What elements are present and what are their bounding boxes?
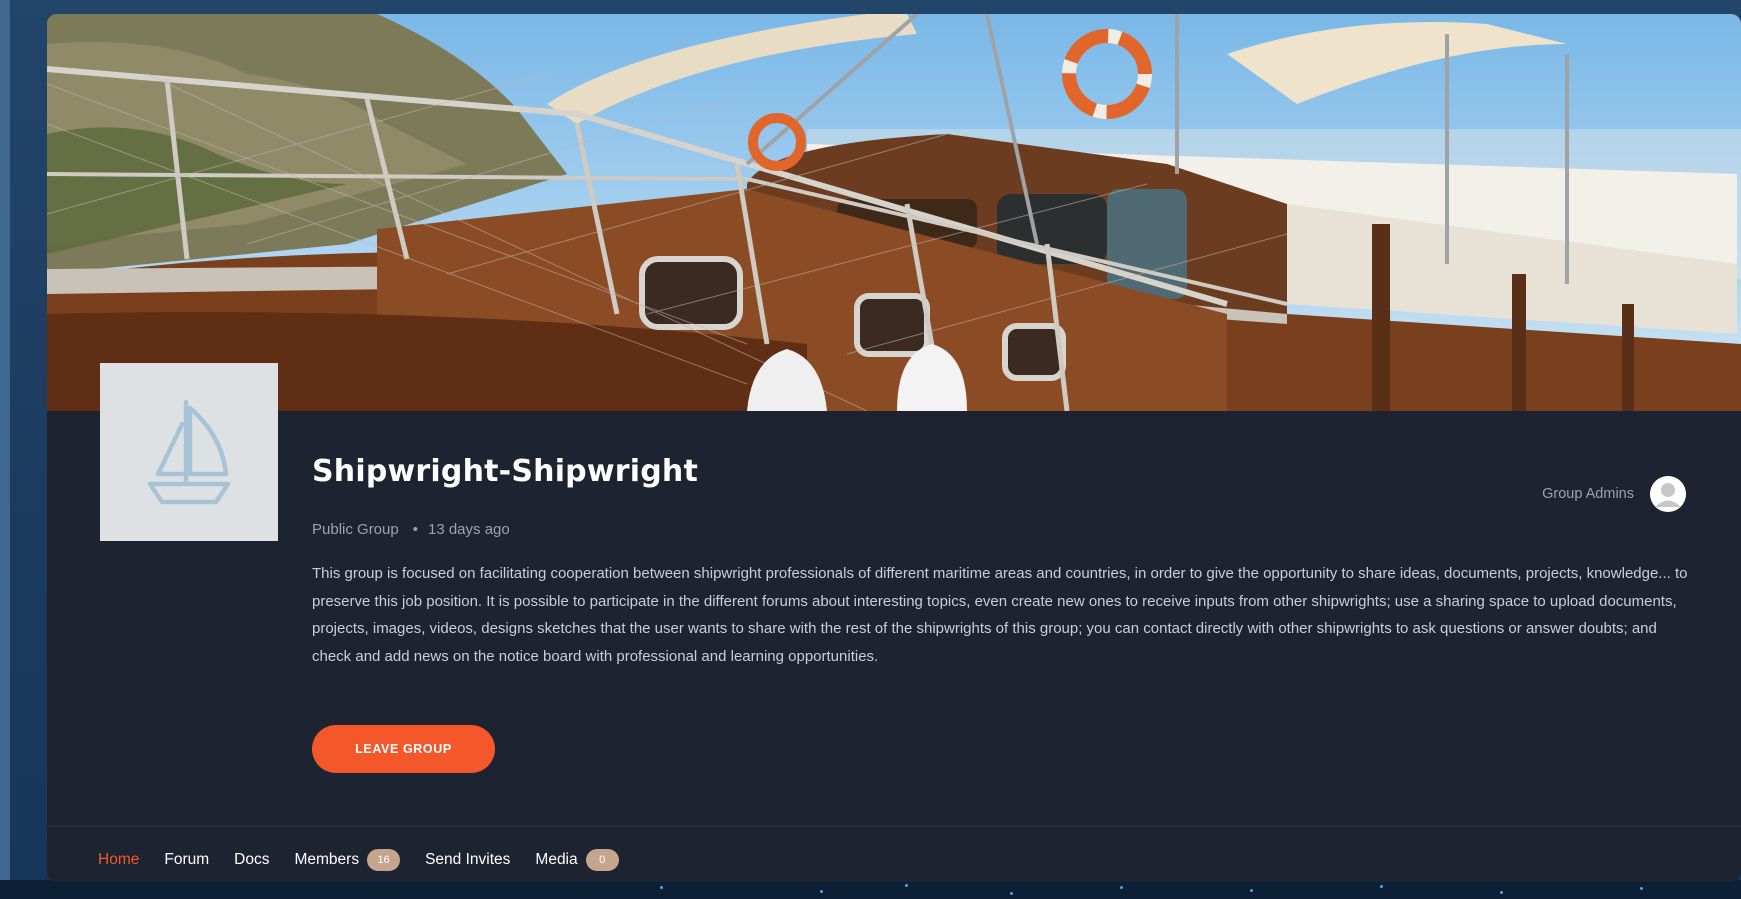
group-description: This group is focused on facilitating co… — [312, 565, 1688, 665]
tab-docs[interactable]: Docs — [234, 851, 269, 869]
group-meta: Public Group • 13 days ago — [312, 521, 510, 538]
tab-members[interactable]: Members 16 — [294, 849, 401, 871]
page-edge — [0, 0, 10, 899]
tab-media[interactable]: Media 0 — [535, 849, 619, 871]
tab-forum[interactable]: Forum — [164, 851, 209, 869]
media-count-badge: 0 — [585, 849, 619, 871]
tab-media-label: Media — [535, 851, 578, 868]
background-network — [0, 880, 1741, 899]
tab-home[interactable]: Home — [98, 851, 139, 869]
cover-photo — [47, 14, 1741, 411]
nav-divider — [47, 826, 1741, 827]
group-admins: Group Admins — [1542, 476, 1686, 512]
tab-docs-label: Docs — [234, 851, 270, 868]
boat-cover-illustration — [47, 14, 1741, 411]
group-header-card: Shipwright-Shipwright Public Group • 13 … — [47, 14, 1741, 882]
group-age: 13 days ago — [427, 521, 510, 538]
group-admins-label: Group Admins — [1542, 486, 1634, 502]
user-avatar-icon[interactable] — [1650, 476, 1686, 512]
members-count-badge: 16 — [367, 849, 401, 871]
tab-send-invites[interactable]: Send Invites — [425, 851, 510, 869]
tab-members-label: Members — [294, 851, 360, 868]
group-title: Shipwright-Shipwright — [312, 454, 699, 489]
group-privacy: Public Group — [312, 521, 399, 538]
group-avatar[interactable] — [100, 363, 278, 541]
meta-separator: • — [412, 521, 418, 538]
leave-group-button[interactable]: LEAVE GROUP — [312, 725, 495, 773]
tab-home-label: Home — [98, 851, 140, 868]
tab-forum-label: Forum — [164, 851, 210, 868]
tab-send-invites-label: Send Invites — [425, 851, 511, 868]
group-nav: Home Forum Docs Members 16 Send Invites … — [98, 849, 644, 871]
sailboat-icon — [147, 399, 231, 505]
